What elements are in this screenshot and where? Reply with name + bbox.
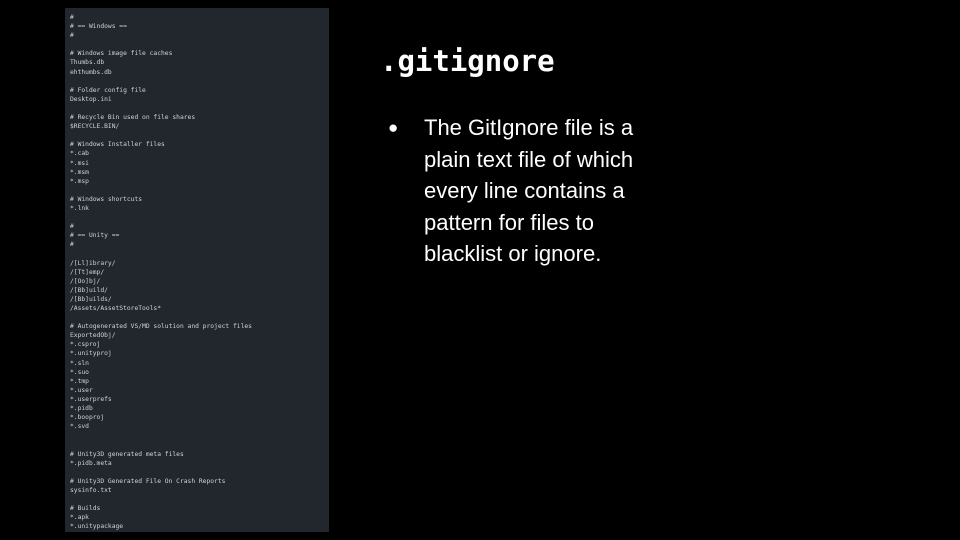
- slide-title: .gitignore: [380, 44, 555, 78]
- code-line: /Assets/AssetStoreTools*: [70, 305, 161, 312]
- code-line: *.msm: [70, 168, 89, 176]
- code-line: # Windows image file caches: [70, 50, 173, 58]
- code-line: Desktop.ini: [70, 95, 112, 103]
- code-line: # Unity3D Generated File On Crash Report…: [70, 477, 226, 485]
- bullet-marker: ●: [388, 118, 399, 137]
- code-line: *.unitypackage: [70, 523, 124, 531]
- code-line: /[Bb]uild/: [70, 286, 108, 294]
- code-line: ehthumbs.db: [70, 68, 112, 76]
- code-line: /[Bb]uilds/: [70, 295, 112, 303]
- code-line: *.pidb.meta: [70, 459, 112, 467]
- code-line: # Recycle Bin used on file shares: [70, 114, 196, 122]
- bullet-item: ● The GitIgnore file is a plain text fil…: [388, 112, 678, 270]
- code-line: # Builds: [70, 505, 101, 513]
- code-line: *.user: [70, 386, 93, 394]
- code-line: *.tmp: [70, 377, 89, 385]
- code-line: *.booproj: [70, 414, 105, 422]
- code-line: *.msp: [70, 177, 89, 185]
- code-line: #: [70, 223, 74, 231]
- code-line: # == Windows ==: [70, 23, 127, 31]
- code-line: *.csproj: [70, 341, 101, 349]
- code-line: *.unityproj: [70, 350, 112, 358]
- code-line: *.cab: [70, 150, 89, 158]
- slide: # # == Windows == # # Windows image file ca…: [0, 0, 960, 540]
- code-line: # Unity3D generated meta files: [70, 450, 184, 458]
- code-line: /[Ll]ibrary/: [70, 259, 116, 267]
- code-line: *.pidb: [70, 405, 93, 413]
- code-line: *.lnk: [70, 204, 89, 212]
- code-line: Thumbs.db: [70, 59, 105, 67]
- code-line: #: [70, 14, 74, 21]
- code-line: #: [70, 241, 74, 249]
- code-line: ExportedObj/: [70, 332, 116, 340]
- code-line: #: [70, 32, 74, 40]
- code-line: *.sln: [70, 359, 89, 367]
- code-lines: # # == Windows == # # Windows image file ca…: [70, 13, 325, 531]
- code-line: # == Unity ==: [70, 232, 120, 240]
- bullet-text: The GitIgnore file is a plain text file …: [424, 115, 634, 266]
- gitignore-code-screenshot: # # == Windows == # # Windows image file ca…: [65, 8, 329, 532]
- code-line: *.svd: [70, 423, 89, 431]
- code-line: # Folder config file: [70, 86, 146, 94]
- code-line: # Windows shortcuts: [70, 195, 143, 203]
- bullet-list: ● The GitIgnore file is a plain text fil…: [388, 112, 678, 270]
- code-line: # Windows Installer files: [70, 141, 165, 149]
- code-line: $RECYCLE.BIN/: [70, 123, 120, 131]
- code-line: /[Oo]bj/: [70, 277, 101, 285]
- code-line: # Autogenerated VS/MD solution and proje…: [70, 323, 252, 331]
- code-line: /[Tt]emp/: [70, 268, 105, 276]
- code-line: *.apk: [70, 514, 89, 522]
- code-line: sysinfo.txt: [70, 486, 112, 494]
- code-line: *.userprefs: [70, 395, 112, 403]
- code-line: *.msi: [70, 159, 89, 167]
- code-line: *.suo: [70, 368, 89, 376]
